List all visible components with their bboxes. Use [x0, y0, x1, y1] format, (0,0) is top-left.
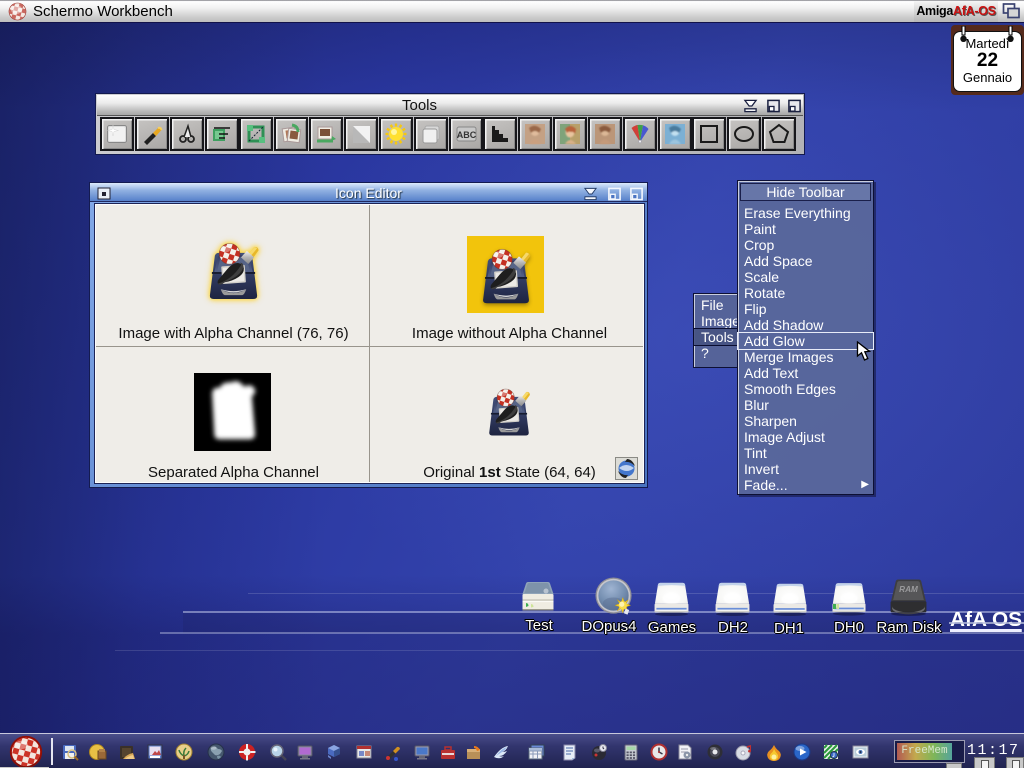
svg-text:ABC: ABC — [456, 130, 476, 140]
